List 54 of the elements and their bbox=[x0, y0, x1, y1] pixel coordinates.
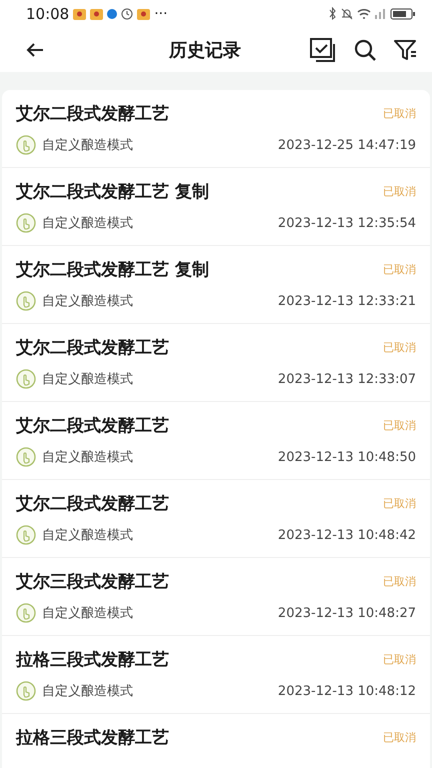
record-time: 2023-12-13 12:33:21 bbox=[278, 294, 416, 308]
hand-icon bbox=[16, 213, 36, 233]
back-icon[interactable] bbox=[26, 43, 44, 57]
mode-label: 自定义酿造模式 bbox=[42, 605, 134, 622]
status-label: 已取消 bbox=[383, 262, 416, 277]
clock-icon bbox=[121, 8, 134, 20]
hand-icon bbox=[16, 291, 36, 311]
app-icon bbox=[137, 8, 150, 20]
record-title[interactable]: 艾尔二段式发酵工艺 bbox=[16, 414, 383, 437]
status-label: 已取消 bbox=[383, 340, 416, 355]
status-label: 已取消 bbox=[383, 106, 416, 121]
record-time: 2023-12-13 10:48:50 bbox=[278, 450, 416, 464]
status-label: 已取消 bbox=[383, 652, 416, 667]
record-title[interactable]: 艾尔二段式发酵工艺 bbox=[16, 102, 383, 125]
filter-icon[interactable] bbox=[394, 39, 418, 61]
hand-icon bbox=[16, 681, 36, 701]
status-label: 已取消 bbox=[383, 496, 416, 511]
record-time: 2023-12-25 14:47:19 bbox=[278, 138, 416, 152]
status-label: 已取消 bbox=[383, 184, 416, 199]
hand-icon bbox=[16, 369, 36, 389]
hand-icon bbox=[16, 603, 36, 623]
status-label: 已取消 bbox=[383, 730, 416, 745]
app-icon bbox=[73, 8, 86, 20]
checklist-icon[interactable] bbox=[310, 38, 336, 62]
record-title[interactable]: 艾尔二段式发酵工艺 复制 bbox=[16, 180, 383, 203]
mode-label: 自定义酿造模式 bbox=[42, 215, 134, 232]
app-icon bbox=[107, 9, 118, 19]
record-title[interactable]: 艾尔三段式发酵工艺 bbox=[16, 570, 383, 593]
mode-label: 自定义酿造模式 bbox=[42, 449, 134, 466]
hand-icon bbox=[16, 447, 36, 467]
record-title[interactable]: 艾尔二段式发酵工艺 bbox=[16, 336, 383, 359]
record-time: 2023-12-13 10:48:12 bbox=[278, 684, 416, 698]
status-time: 10:08 bbox=[26, 5, 70, 23]
hand-icon bbox=[16, 135, 36, 155]
mode-label: 自定义酿造模式 bbox=[42, 527, 134, 544]
record-title[interactable]: 艾尔二段式发酵工艺 复制 bbox=[16, 258, 383, 281]
record-time: 2023-12-13 12:35:54 bbox=[278, 216, 416, 230]
app-icon bbox=[90, 8, 104, 20]
status-label: 已取消 bbox=[383, 418, 416, 433]
search-icon[interactable] bbox=[354, 39, 376, 61]
record-title[interactable]: 艾尔二段式发酵工艺 bbox=[16, 492, 383, 515]
mode-label: 自定义酿造模式 bbox=[42, 293, 134, 310]
record-title[interactable]: 拉格三段式发酵工艺 bbox=[16, 726, 383, 749]
record-time: 2023-12-13 10:48:42 bbox=[278, 528, 416, 542]
hand-icon bbox=[16, 525, 36, 545]
mode-label: 自定义酿造模式 bbox=[42, 371, 134, 388]
record-time: 2023-12-13 12:33:07 bbox=[278, 372, 416, 386]
status-label: 已取消 bbox=[383, 574, 416, 589]
page-title: 历史记录 bbox=[168, 39, 242, 62]
record-time: 2023-12-13 10:48:27 bbox=[278, 606, 416, 620]
mode-label: 自定义酿造模式 bbox=[42, 137, 134, 154]
record-title[interactable]: 拉格三段式发酵工艺 bbox=[16, 648, 383, 671]
more-notifications: ··· bbox=[154, 6, 168, 22]
mode-label: 自定义酿造模式 bbox=[42, 683, 134, 700]
